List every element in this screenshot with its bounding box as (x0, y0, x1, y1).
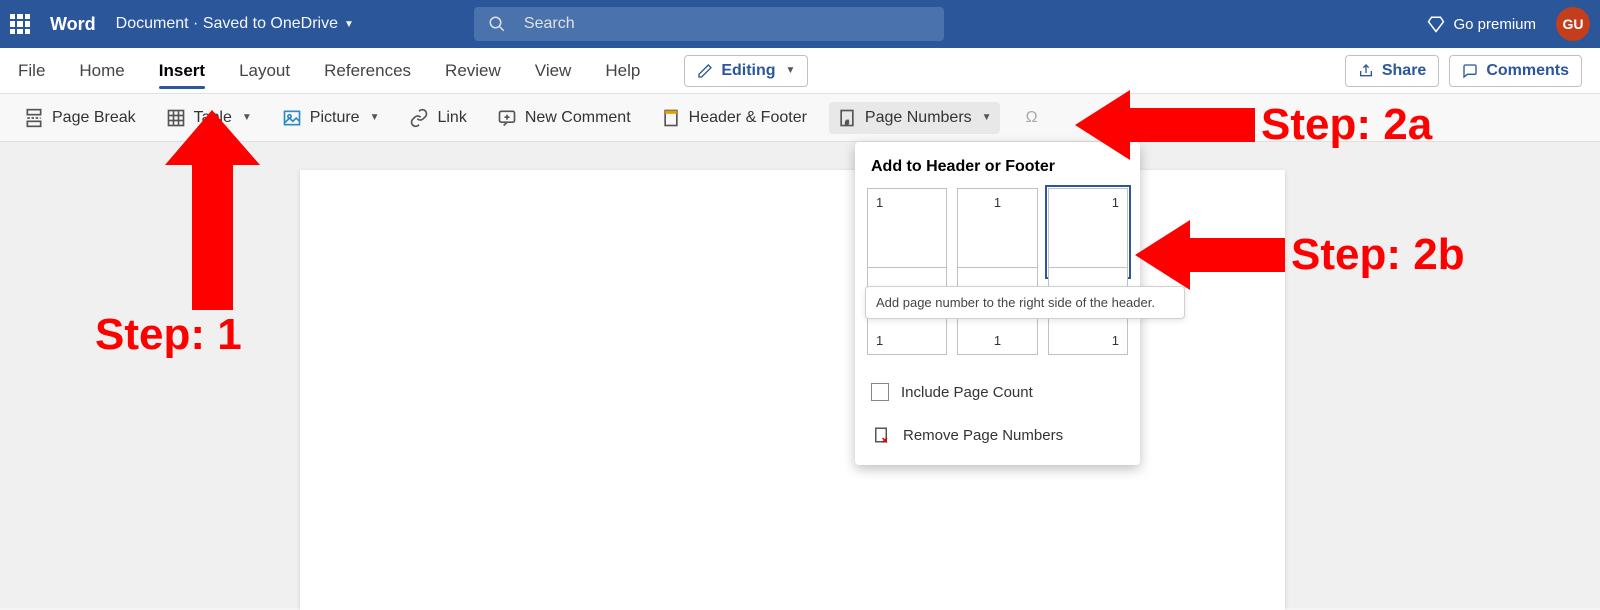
tile-number: 1 (994, 195, 1001, 210)
page-numbers-dropdown: Add to Header or Footer 1 1 1 Add page n… (855, 142, 1140, 465)
remove-page-numbers-icon (871, 425, 891, 445)
tile-tooltip: Add page number to the right side of the… (865, 286, 1185, 319)
header-tiles-row: 1 1 1 (855, 188, 1140, 276)
chevron-down-icon: ▼ (982, 112, 992, 123)
tab-home[interactable]: Home (79, 48, 124, 93)
table-icon (166, 108, 186, 128)
premium-icon (1427, 15, 1445, 33)
page-numbers-label: Page Numbers (865, 109, 972, 127)
search-input[interactable]: Search (474, 7, 944, 41)
remove-page-numbers-label: Remove Page Numbers (903, 427, 1063, 444)
tab-file[interactable]: File (18, 48, 45, 93)
page-numbers-button[interactable]: # Page Numbers ▼ (829, 102, 1000, 134)
go-premium-button[interactable]: Go premium (1427, 15, 1536, 33)
comments-button[interactable]: Comments (1449, 55, 1582, 87)
tab-layout[interactable]: Layout (239, 48, 290, 93)
header-footer-icon (661, 108, 681, 128)
page-break-icon (24, 108, 44, 128)
include-page-count-label: Include Page Count (901, 384, 1033, 401)
chevron-down-icon: ▼ (242, 112, 252, 123)
tab-view[interactable]: View (535, 48, 572, 93)
link-button[interactable]: Link (401, 102, 474, 134)
new-comment-button[interactable]: New Comment (489, 102, 639, 134)
app-name: Word (50, 14, 96, 35)
header-left-tile[interactable]: 1 (867, 188, 947, 276)
picture-label: Picture (310, 109, 360, 127)
document-title[interactable]: Document · Saved to OneDrive ▼ (116, 15, 354, 33)
title-bar: Word Document · Saved to OneDrive ▼ Sear… (0, 0, 1600, 48)
symbol-button[interactable]: Ω (1014, 102, 1050, 134)
search-placeholder: Search (524, 15, 575, 33)
picture-icon (282, 108, 302, 128)
dropdown-heading: Add to Header or Footer (855, 142, 1140, 188)
menu-tabs: File Home Insert Layout References Revie… (0, 48, 1600, 94)
document-title-text: Document · Saved to OneDrive (116, 15, 338, 33)
comments-label: Comments (1486, 62, 1569, 80)
app-launcher-icon[interactable] (10, 14, 30, 34)
tab-references[interactable]: References (324, 48, 411, 93)
tab-help[interactable]: Help (605, 48, 640, 93)
header-footer-label: Header & Footer (689, 109, 807, 127)
header-right-tile[interactable]: 1 (1048, 188, 1128, 276)
editing-mode-button[interactable]: Editing ▼ (684, 55, 808, 87)
chevron-down-icon: ▼ (370, 112, 380, 123)
go-premium-label: Go premium (1453, 16, 1536, 33)
tile-number: 1 (1112, 195, 1119, 210)
share-icon (1358, 63, 1374, 79)
table-label: Table (194, 109, 232, 127)
svg-text:#: # (846, 120, 849, 126)
remove-page-numbers-row[interactable]: Remove Page Numbers (855, 413, 1140, 457)
search-icon (488, 15, 506, 33)
link-icon (409, 108, 429, 128)
pencil-icon (697, 63, 713, 79)
comment-icon (1462, 63, 1478, 79)
document-canvas (0, 142, 1600, 608)
tab-review[interactable]: Review (445, 48, 501, 93)
tile-number: 1 (994, 333, 1001, 348)
picture-button[interactable]: Picture ▼ (274, 102, 388, 134)
share-button[interactable]: Share (1345, 55, 1439, 87)
link-label: Link (437, 109, 466, 127)
omega-icon: Ω (1022, 108, 1042, 128)
tile-number: 1 (876, 333, 883, 348)
chevron-down-icon: ▼ (786, 65, 796, 76)
include-page-count-checkbox[interactable] (871, 383, 889, 401)
avatar-initials: GU (1563, 16, 1584, 32)
share-label: Share (1382, 62, 1426, 80)
page-numbers-icon: # (837, 108, 857, 128)
editing-label: Editing (721, 62, 775, 80)
page-break-label: Page Break (52, 109, 136, 127)
header-footer-button[interactable]: Header & Footer (653, 102, 815, 134)
avatar[interactable]: GU (1556, 7, 1590, 41)
table-button[interactable]: Table ▼ (158, 102, 260, 134)
tile-number: 1 (876, 195, 883, 210)
header-center-tile[interactable]: 1 (957, 188, 1037, 276)
tab-insert[interactable]: Insert (159, 48, 205, 93)
tile-number: 1 (1112, 333, 1119, 348)
chevron-down-icon: ▼ (344, 19, 354, 30)
page-break-button[interactable]: Page Break (16, 102, 144, 134)
ribbon-insert: Page Break Table ▼ Picture ▼ Link New Co… (0, 94, 1600, 142)
include-page-count-row[interactable]: Include Page Count (855, 371, 1140, 413)
new-comment-icon (497, 108, 517, 128)
new-comment-label: New Comment (525, 109, 631, 127)
